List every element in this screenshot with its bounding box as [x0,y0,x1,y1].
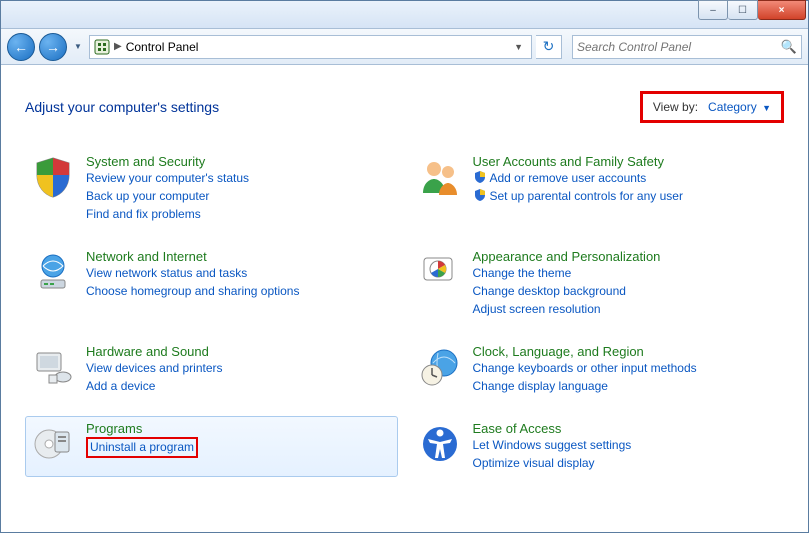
category-network[interactable]: Network and Internet View network status… [25,244,398,323]
forward-button[interactable]: → [39,33,67,61]
breadcrumb-label[interactable]: Control Panel [126,40,199,54]
control-panel-window: – ☐ × ← → ▼ ▶ Control Panel ▼ ↻ 🔍 [0,0,809,533]
navbar: ← → ▼ ▶ Control Panel ▼ ↻ 🔍 [1,29,808,65]
arrow-right-icon: → [46,39,60,55]
search-box[interactable]: 🔍 [572,35,802,59]
shield-icon [30,154,76,200]
link-review-status[interactable]: Review your computer's status [86,170,249,187]
view-by-control[interactable]: View by: Category ▼ [640,91,784,123]
close-button[interactable]: × [758,0,806,20]
window-controls: – ☐ × [698,0,806,20]
category-title[interactable]: Programs [86,421,198,436]
hardware-icon [30,344,76,390]
category-clock-language[interactable]: Clock, Language, and Region Change keybo… [412,339,785,400]
link-add-device[interactable]: Add a device [86,378,155,395]
link-add-remove-users[interactable]: Add or remove user accounts [473,170,647,187]
chevron-down-icon: ▼ [762,103,771,113]
view-by-value[interactable]: Category [708,100,757,114]
category-title[interactable]: User Accounts and Family Safety [473,154,683,169]
refresh-icon: ↻ [543,38,555,55]
back-button[interactable]: ← [7,33,35,61]
link-optimize-display[interactable]: Optimize visual display [473,455,595,472]
appearance-icon [417,249,463,295]
link-desktop-background[interactable]: Change desktop background [473,283,626,300]
category-ease-of-access[interactable]: Ease of Access Let Windows suggest setti… [412,416,785,477]
titlebar: – ☐ × [1,1,808,29]
control-panel-icon [94,39,110,55]
programs-icon [30,421,76,467]
arrow-left-icon: ← [14,39,28,55]
chevron-right-icon: ▶ [114,41,122,52]
link-network-status[interactable]: View network status and tasks [86,265,247,282]
link-devices-printers[interactable]: View devices and printers [86,360,223,377]
heading-row: Adjust your computer's settings View by:… [25,91,784,123]
address-dropdown[interactable]: ▼ [510,42,527,52]
category-user-accounts[interactable]: User Accounts and Family Safety Add or r… [412,149,785,228]
link-screen-resolution[interactable]: Adjust screen resolution [473,301,601,318]
link-windows-suggest[interactable]: Let Windows suggest settings [473,437,632,454]
category-programs[interactable]: Programs Uninstall a program [25,416,398,477]
refresh-button[interactable]: ↻ [536,35,562,59]
maximize-button[interactable]: ☐ [728,0,758,20]
address-bar[interactable]: ▶ Control Panel ▼ [89,35,532,59]
category-title[interactable]: Network and Internet [86,249,299,264]
category-system-security[interactable]: System and Security Review your computer… [25,149,398,228]
link-uninstall-program[interactable]: Uninstall a program [86,437,198,458]
category-hardware[interactable]: Hardware and Sound View devices and prin… [25,339,398,400]
search-input[interactable] [577,40,781,54]
link-parental-controls[interactable]: Set up parental controls for any user [473,188,683,205]
history-dropdown[interactable]: ▼ [71,35,85,59]
view-by-label: View by: [653,100,698,114]
link-keyboards[interactable]: Change keyboards or other input methods [473,360,697,377]
link-change-theme[interactable]: Change the theme [473,265,572,282]
category-grid: System and Security Review your computer… [25,149,784,477]
content-area: Adjust your computer's settings View by:… [1,65,808,532]
category-title[interactable]: System and Security [86,154,249,169]
users-icon [417,154,463,200]
link-backup[interactable]: Back up your computer [86,188,209,205]
minimize-button[interactable]: – [698,0,728,20]
category-title[interactable]: Appearance and Personalization [473,249,661,264]
clock-globe-icon [417,344,463,390]
search-icon: 🔍 [781,39,797,55]
link-find-fix[interactable]: Find and fix problems [86,206,201,223]
uac-shield-icon [473,188,487,202]
link-display-language[interactable]: Change display language [473,378,608,395]
link-homegroup[interactable]: Choose homegroup and sharing options [86,283,299,300]
ease-of-access-icon [417,421,463,467]
category-title[interactable]: Clock, Language, and Region [473,344,697,359]
globe-network-icon [30,249,76,295]
uac-shield-icon [473,170,487,184]
category-appearance[interactable]: Appearance and Personalization Change th… [412,244,785,323]
page-title: Adjust your computer's settings [25,99,219,115]
category-title[interactable]: Hardware and Sound [86,344,223,359]
category-title[interactable]: Ease of Access [473,421,632,436]
